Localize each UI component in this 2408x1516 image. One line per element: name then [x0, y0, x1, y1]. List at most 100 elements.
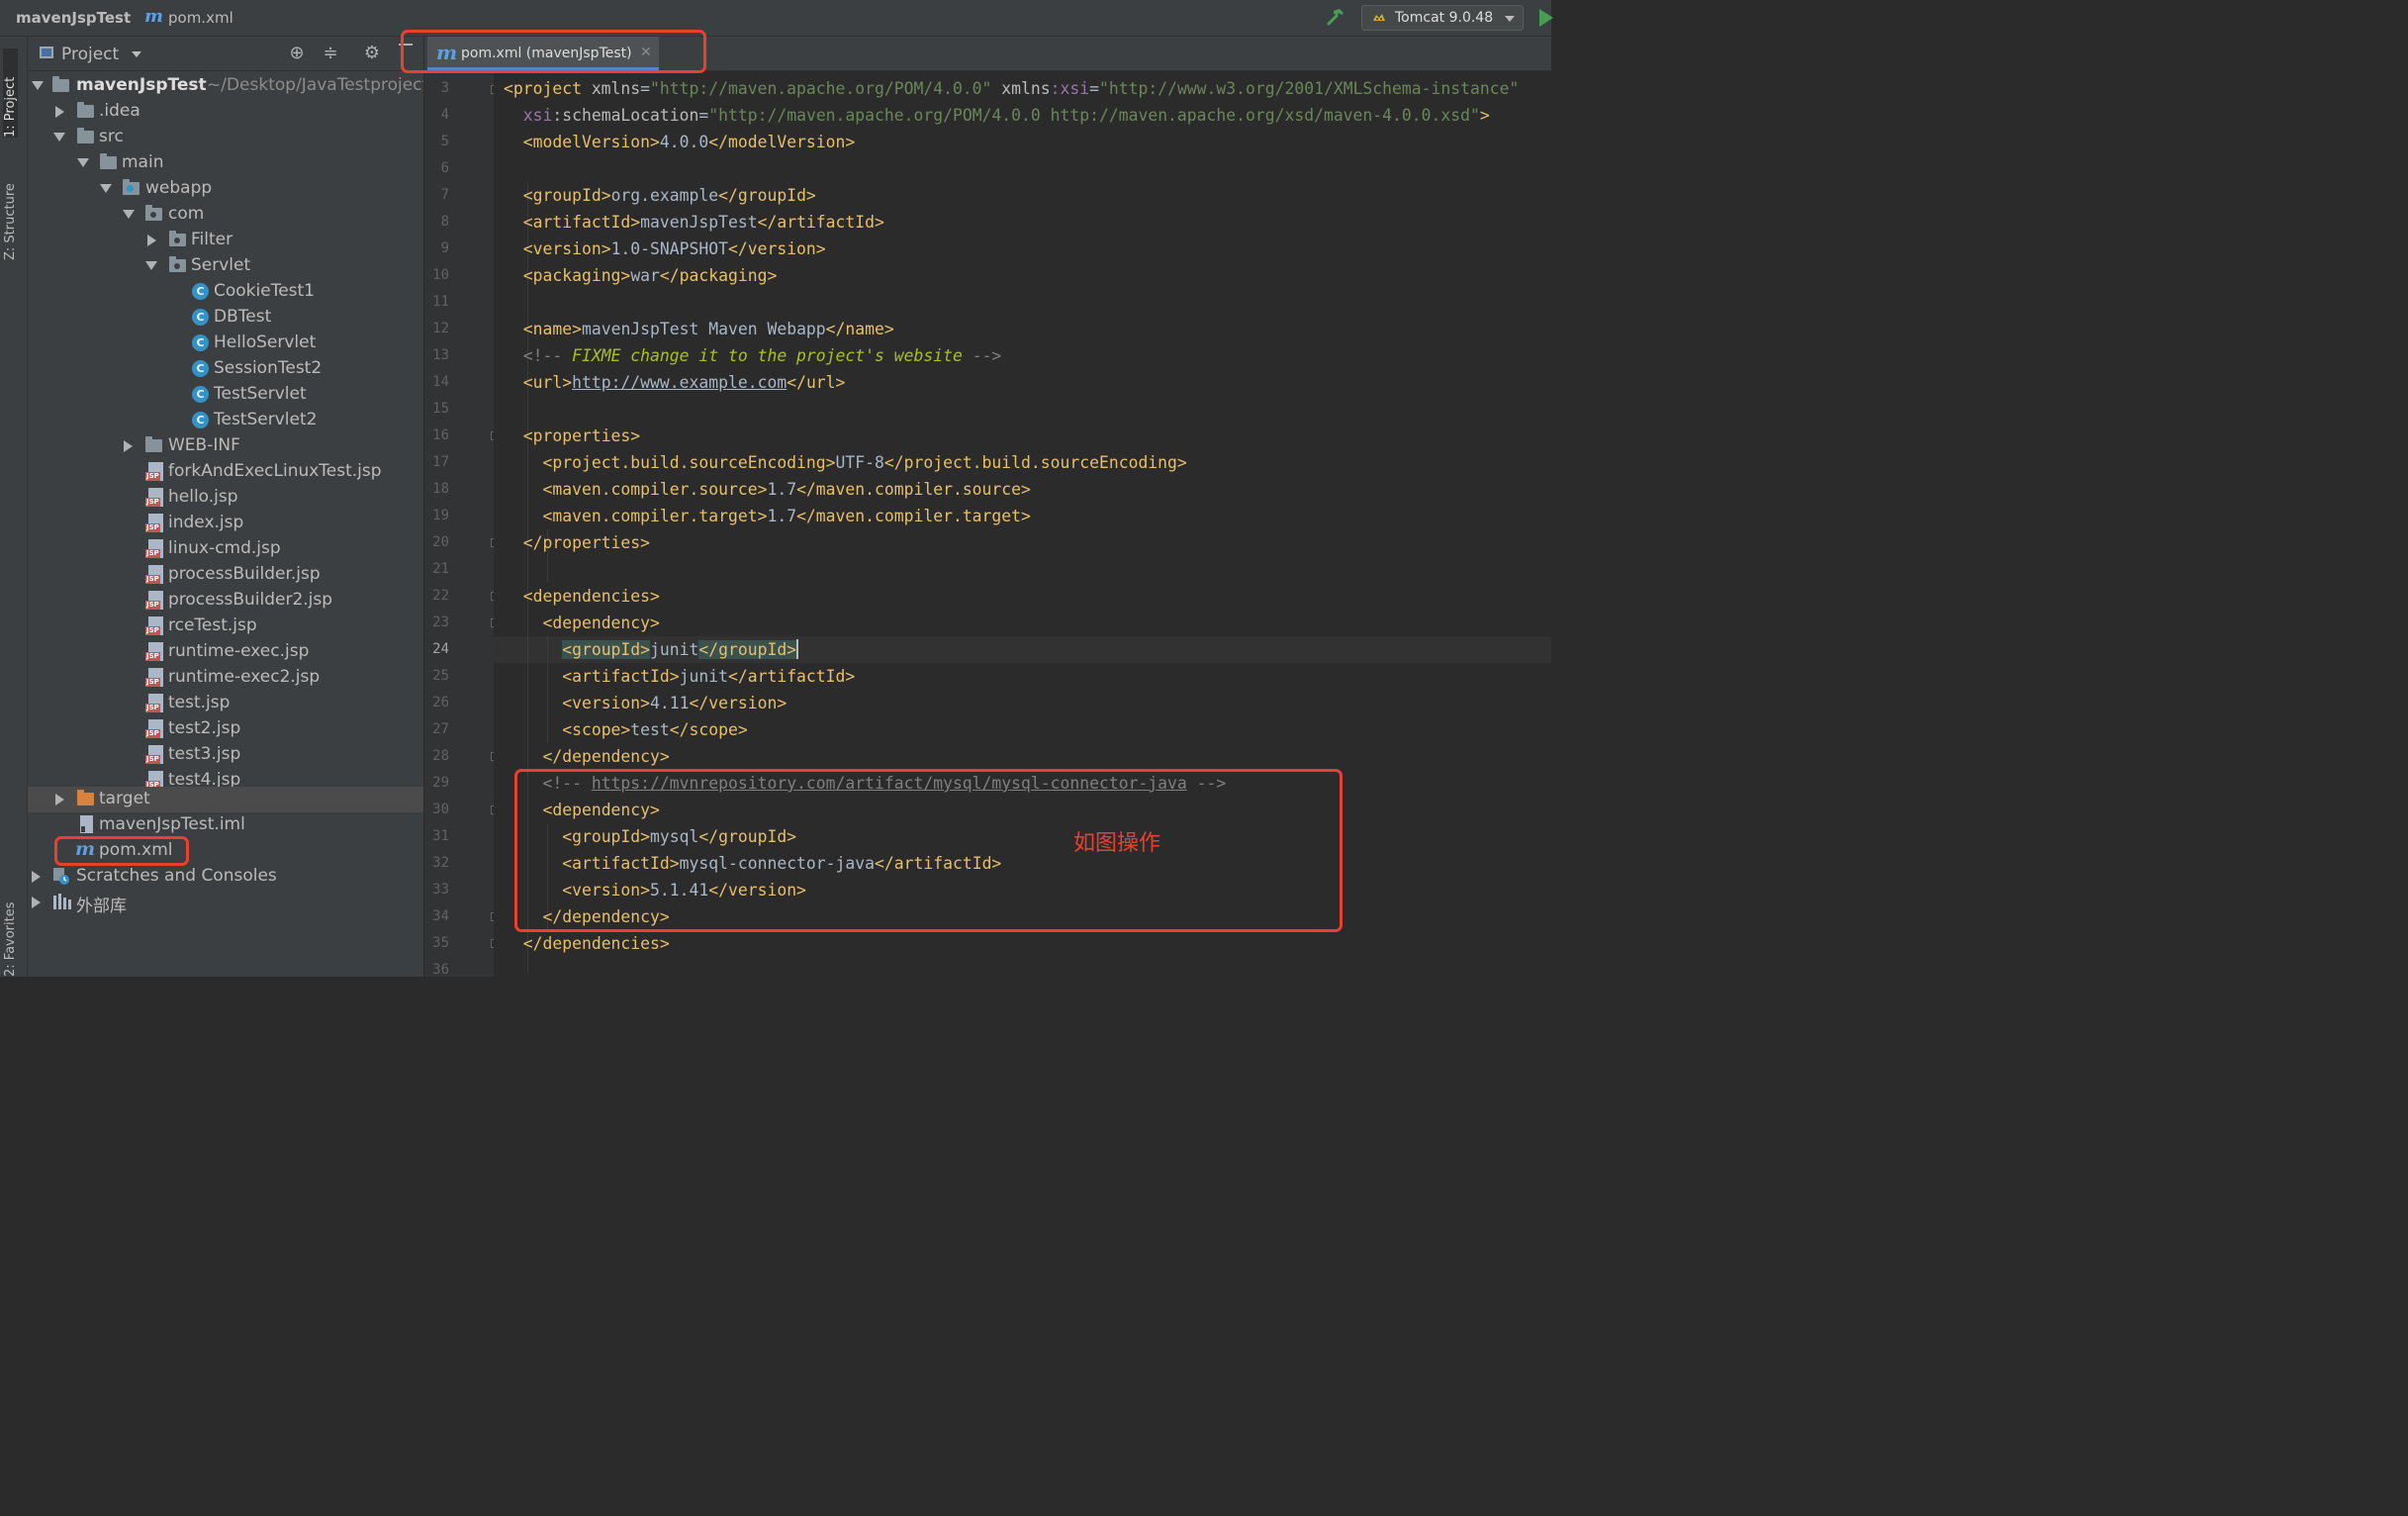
jsp-file-icon [145, 694, 163, 712]
tree-item-jsp[interactable]: processBuilder.jsp [28, 562, 423, 588]
tree-item-filter[interactable]: Filter [28, 228, 423, 253]
tree-item-label: processBuilder2.jsp [168, 590, 333, 610]
tree-item-jsp[interactable]: test.jsp [28, 691, 423, 716]
code-link[interactable]: http://www.example.com [572, 373, 787, 392]
tab-favorites[interactable]: 2: Favorites [3, 898, 18, 977]
tab-project[interactable]: 1: Project [3, 48, 18, 138]
code-line: <!-- FIXME change it to the project's we… [504, 342, 1002, 369]
package-folder-icon [169, 256, 186, 272]
line-number: 18 [432, 481, 449, 497]
tree-item-jsp[interactable]: processBuilder2.jsp [28, 588, 423, 614]
tree-item-label: SessionTest2 [214, 358, 323, 378]
expand-arrow-icon[interactable] [55, 106, 64, 118]
expand-arrow-icon[interactable] [147, 235, 156, 246]
code-token: junit [679, 667, 728, 686]
code-token: </maven.compiler.source> [796, 480, 1031, 499]
run-configuration-select[interactable]: Tomcat 9.0.48 [1361, 5, 1524, 31]
class-c-icon: C [192, 412, 209, 428]
line-number: 3 [440, 80, 449, 96]
expand-arrow-icon[interactable] [123, 210, 135, 219]
code-token: </version> [689, 694, 787, 712]
jsp-file-icon [145, 591, 163, 610]
breadcrumb-project[interactable]: mavenJspTest [16, 9, 131, 27]
code-line: <groupId>org.example</groupId> [504, 182, 816, 209]
code-token: xmlns [591, 79, 641, 98]
package-folder-icon [169, 231, 186, 246]
expand-arrow-icon[interactable] [32, 871, 41, 883]
tree-item-class[interactable]: C DBTest [28, 305, 423, 331]
code-line: </dependency> [504, 743, 669, 770]
tree-item-webapp[interactable]: webapp [28, 176, 423, 202]
tree-item-jsp[interactable]: test2.jsp [28, 716, 423, 742]
line-number: 33 [432, 882, 449, 898]
tree-item-web-inf[interactable]: WEB-INF [28, 433, 423, 459]
jsp-file-icon [145, 488, 163, 507]
gear-icon[interactable]: ⚙ [362, 44, 382, 63]
project-view-title[interactable]: Project [61, 45, 119, 64]
tree-item-label: test2.jsp [168, 718, 241, 738]
expand-arrow-icon[interactable] [124, 440, 133, 452]
code-token: "http://maven.apache.org/POM/4.0.0" [650, 79, 992, 98]
tree-item-class[interactable]: C SessionTest2 [28, 356, 423, 382]
tree-item-class[interactable]: C TestServlet2 [28, 408, 423, 433]
tree-item-class[interactable]: C CookieTest1 [28, 279, 423, 305]
tree-item-jsp[interactable]: test3.jsp [28, 742, 423, 768]
code-token: </properties> [522, 533, 651, 552]
expand-arrow-icon[interactable] [53, 133, 65, 142]
tree-item-target[interactable]: target [28, 787, 423, 812]
code-line: <artifactId>junit</artifactId> [504, 663, 855, 690]
code-token: mavenJspTest Maven Webapp [581, 320, 826, 338]
tab-structure[interactable]: Z: Structure [3, 161, 18, 260]
code-line: <properties> [504, 423, 640, 449]
tree-item-class[interactable]: C HelloServlet [28, 331, 423, 356]
tree-item-jsp[interactable]: runtime-exec2.jsp [28, 665, 423, 691]
code-token: 4.11 [650, 694, 690, 712]
tree-item-jsp[interactable]: linux-cmd.jsp [28, 536, 423, 562]
tree-item-label: WEB-INF [168, 435, 240, 455]
expand-arrow-icon[interactable] [145, 261, 157, 270]
chevron-down-icon[interactable] [132, 51, 141, 57]
line-number: 11 [432, 294, 449, 310]
tree-item-class[interactable]: C TestServlet [28, 382, 423, 408]
crosshair-icon[interactable]: ⊕ [287, 44, 307, 63]
run-configuration-label: Tomcat 9.0.48 [1395, 10, 1494, 26]
expand-arrow-icon[interactable] [77, 158, 89, 167]
tree-item-label: mavenJspTest.iml [99, 814, 245, 834]
tree-item-jsp[interactable]: hello.jsp [28, 485, 423, 511]
title-bar: mavenJspTest m pom.xml Tomcat 9.0.48 [0, 0, 1553, 37]
code-token: 1.7 [767, 480, 797, 499]
code-token: </groupId> [718, 186, 816, 205]
tree-item-jsp[interactable]: index.jsp [28, 511, 423, 536]
tree-item-project-root[interactable]: mavenJspTest ~/Desktop/JavaTestproject [28, 73, 423, 99]
jsp-file-icon [145, 565, 163, 584]
tree-item-jsp[interactable]: runtime-exec.jsp [28, 639, 423, 665]
tree-item-servlet[interactable]: Servlet [28, 253, 423, 279]
code-token-matched: <groupId> [562, 640, 651, 659]
tree-item-scratches[interactable]: Scratches and Consoles [28, 864, 423, 890]
tree-item-iml[interactable]: mavenJspTest.iml [28, 812, 423, 838]
code-token: </artifactId> [727, 667, 856, 686]
tree-item-jsp[interactable]: rceTest.jsp [28, 614, 423, 639]
line-number: 25 [432, 668, 449, 684]
tree-item-com[interactable]: com [28, 202, 423, 228]
play-icon[interactable] [1539, 9, 1553, 27]
expand-arrow-icon[interactable] [55, 794, 64, 805]
tree-item-main[interactable]: main [28, 150, 423, 176]
expand-arrow-icon[interactable] [32, 81, 44, 90]
tree-item-jsp[interactable]: forkAndExecLinuxTest.jsp [28, 459, 423, 485]
annotation-box-pom [54, 836, 189, 866]
collapse-all-icon[interactable]: ≑ [321, 44, 340, 63]
folder-icon [77, 102, 94, 118]
code-token: <scope> [562, 720, 631, 739]
tree-item-src[interactable]: src [28, 125, 423, 150]
code-token: </modelVersion> [708, 133, 856, 151]
hammer-icon[interactable] [1326, 7, 1345, 27]
line-number-gutter: 3 4 5 6 7 8 9 10 11 12 13 14 15 16 17 18… [424, 71, 494, 978]
tree-item-idea[interactable]: .idea [28, 99, 423, 125]
breadcrumb-file[interactable]: pom.xml [168, 9, 233, 27]
expand-arrow-icon[interactable] [100, 184, 112, 193]
tree-item-external-libraries[interactable]: 外部库 [28, 890, 423, 916]
class-c-icon: C [192, 386, 209, 403]
expand-arrow-icon[interactable] [32, 897, 41, 908]
code-token: <packaging> [522, 266, 631, 285]
